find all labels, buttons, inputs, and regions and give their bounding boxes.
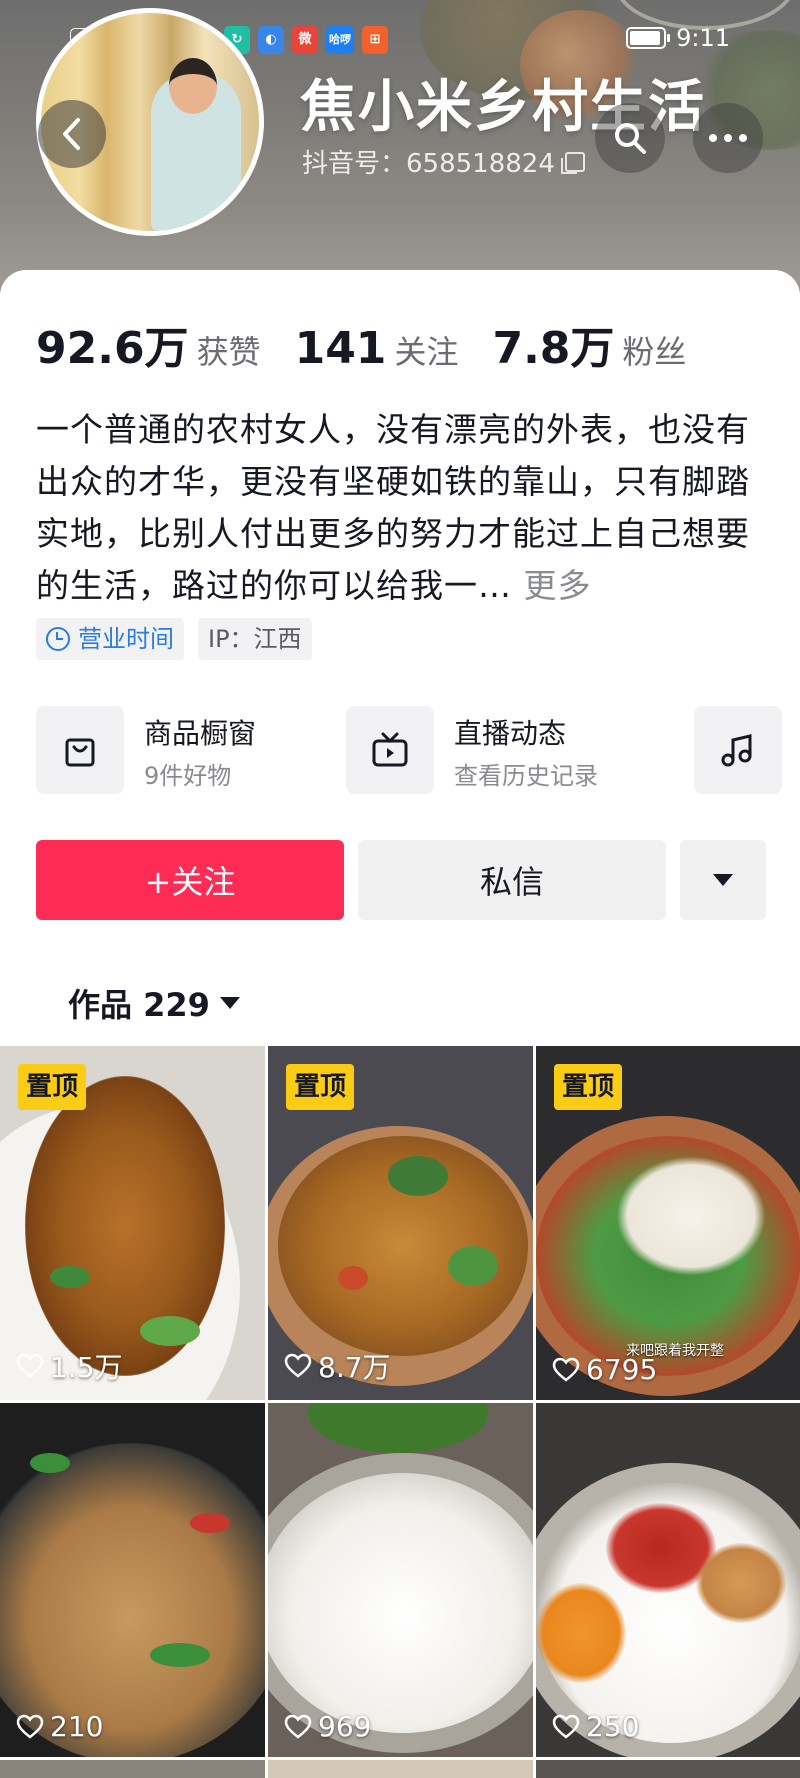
live-feed-title[interactable]: 直播动态	[454, 712, 566, 752]
video-thumbnail[interactable]	[268, 1760, 533, 1778]
douyin-id[interactable]: 抖音号：658518824	[302, 143, 585, 180]
bio-more-link[interactable]: 更多	[512, 566, 592, 605]
caret-down-icon	[219, 997, 240, 1009]
works-tab-label: 作品 229	[68, 986, 210, 1024]
video-thumbnail[interactable]: 置顶 8.7万	[268, 1046, 533, 1400]
video-thumbnail[interactable]: 250	[536, 1403, 800, 1757]
music-note-icon	[721, 734, 752, 767]
following-count[interactable]: 141	[295, 323, 387, 374]
shop-window-entry[interactable]	[36, 706, 124, 794]
followers-label: 粉丝	[622, 333, 687, 371]
profile-bio: 一个普通的农村女人，没有漂亮的外表，也没有出众的才华，更没有坚硬如铁的靠山，只有…	[36, 404, 756, 612]
video-thumbnail[interactable]	[536, 1760, 800, 1778]
app-icon-grid: ⊞	[361, 26, 388, 54]
heart-icon	[552, 1357, 580, 1382]
caret-down-icon	[713, 874, 733, 886]
live-feed-subtitle: 查看历史记录	[454, 762, 598, 790]
app-icon-weibo: 微	[291, 26, 318, 54]
pinned-badge: 置顶	[286, 1064, 355, 1110]
heart-icon	[16, 1353, 44, 1378]
video-like-count: 1.5万	[16, 1346, 123, 1386]
service-entries: 商品橱窗 9件好物 直播动态 查看历史记录	[36, 706, 786, 796]
business-hours-label: 营业时间	[78, 625, 174, 653]
shop-window-title[interactable]: 商品橱窗	[144, 712, 256, 752]
like-count-text: 250	[586, 1710, 640, 1743]
message-button[interactable]: 私信	[358, 840, 666, 920]
following-label: 关注	[394, 333, 459, 371]
search-icon	[615, 123, 646, 154]
live-feed-entry[interactable]	[346, 706, 434, 794]
follow-button[interactable]: +关注	[36, 840, 344, 920]
tab-works[interactable]: 作品 229	[68, 980, 240, 1026]
like-count-text: 8.7万	[318, 1351, 391, 1384]
shopping-bag-icon	[65, 738, 95, 767]
video-like-count: 250	[552, 1710, 639, 1743]
followers-count[interactable]: 7.8万	[492, 312, 614, 376]
business-hours-tag[interactable]: 营业时间	[36, 618, 184, 660]
profile-actions: +关注 私信	[36, 840, 766, 920]
heart-icon	[16, 1714, 44, 1739]
heart-icon	[284, 1714, 312, 1739]
ip-location-label: IP：江西	[208, 625, 302, 653]
like-count-text: 6795	[586, 1353, 658, 1386]
more-button[interactable]	[693, 103, 763, 173]
profile-tags: 营业时间 IP：江西	[36, 618, 312, 660]
like-count-text: 969	[318, 1710, 372, 1743]
like-count-text: 1.5万	[50, 1351, 123, 1384]
pinned-badge: 置顶	[554, 1064, 623, 1110]
shop-window-subtitle: 9件好物	[144, 762, 232, 790]
ip-location-tag: IP：江西	[198, 618, 312, 660]
clock-icon	[46, 627, 70, 651]
video-thumbnail[interactable]: 969	[268, 1403, 533, 1757]
video-like-count: 8.7万	[284, 1346, 391, 1386]
search-button[interactable]	[595, 103, 665, 173]
video-like-count: 210	[16, 1710, 103, 1743]
copy-icon[interactable]	[560, 151, 585, 174]
app-icon-compass: ◐	[257, 26, 284, 54]
likes-count[interactable]: 92.6万	[36, 312, 189, 376]
video-thumbnail[interactable]: 置顶 来吧跟着我开整 6795	[536, 1046, 800, 1400]
video-like-count: 969	[284, 1710, 371, 1743]
pinned-badge: 置顶	[18, 1064, 87, 1110]
app-icon-haluo: 哈啰	[325, 26, 354, 54]
likes-label: 获赞	[196, 333, 261, 371]
heart-icon	[552, 1714, 580, 1739]
video-thumbnail[interactable]: 置顶 1.5万	[0, 1046, 265, 1400]
tv-icon	[372, 732, 408, 767]
chevron-left-icon	[63, 118, 80, 150]
douyin-id-text: 抖音号：658518824	[302, 149, 555, 179]
like-count-text: 210	[50, 1710, 104, 1743]
bio-text: 一个普通的农村女人，没有漂亮的外表，也没有出众的才华，更没有坚硬如铁的靠山，只有…	[36, 410, 750, 605]
battery-icon	[626, 27, 671, 49]
back-button[interactable]	[38, 100, 106, 168]
more-actions-dropdown[interactable]	[680, 840, 766, 920]
video-thumbnail[interactable]	[0, 1760, 265, 1778]
music-entry[interactable]	[694, 706, 782, 794]
status-time: 9:11	[676, 24, 730, 52]
video-thumbnail[interactable]: 210	[0, 1403, 265, 1757]
video-like-count: 6795	[552, 1353, 657, 1386]
profile-stats: 92.6万 获赞 141 关注 7.8万 粉丝	[36, 312, 720, 376]
heart-icon	[284, 1353, 312, 1378]
more-dots-icon	[709, 134, 747, 142]
